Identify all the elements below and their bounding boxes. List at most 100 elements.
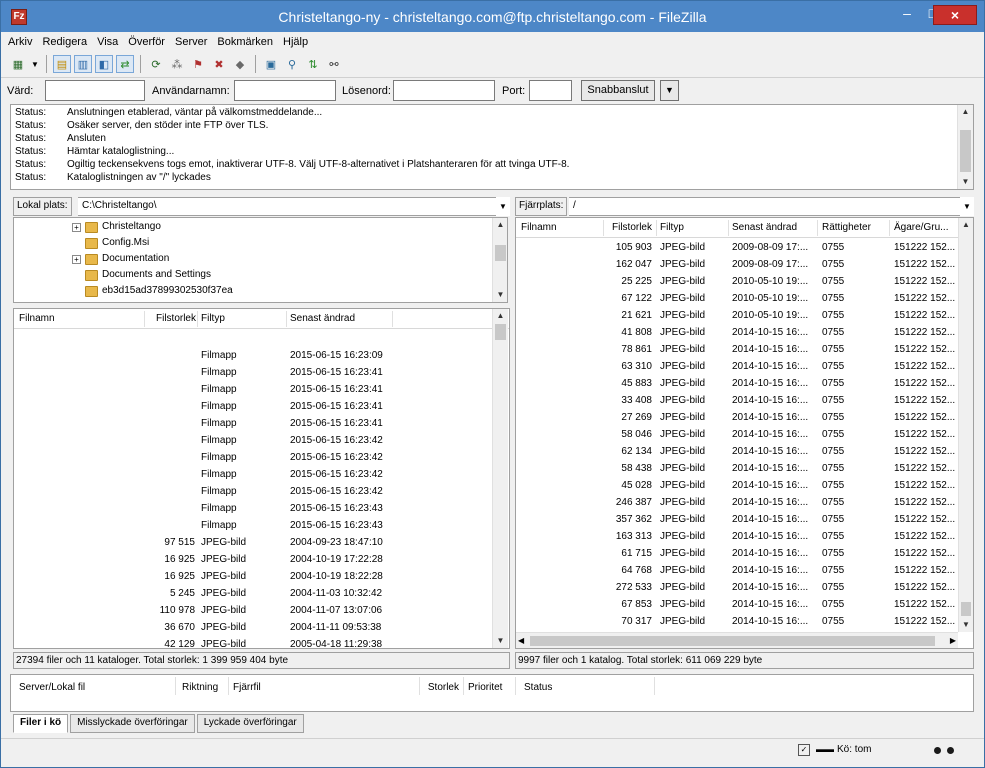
- tree-item[interactable]: Config.Msi: [72, 235, 149, 251]
- remote-col-filetype[interactable]: Filtyp: [660, 222, 684, 233]
- toggle-local-tree-icon[interactable]: ▥: [74, 55, 92, 73]
- local-path-input[interactable]: C:\Christeltango\: [78, 197, 510, 216]
- local-col-filename[interactable]: Filnamn: [19, 313, 55, 324]
- tree-item[interactable]: + Documentation: [72, 251, 169, 267]
- tab-queued-files[interactable]: Filer i kö: [13, 714, 69, 733]
- local-file-row[interactable]: extrasida-filerFilmapp2015-06-15 16:23:4…: [14, 415, 509, 432]
- local-list-scrollbar[interactable]: ▲ ▼: [492, 309, 508, 648]
- local-file-row[interactable]: Ch+Lkra-Lars.jpg5 245JPEG-bild2004-11-03…: [14, 585, 509, 602]
- port-input[interactable]: [529, 80, 572, 101]
- remote-file-row[interactable]: H-maj-1...25 225JPEG-bild2010-05-10 19:.…: [516, 273, 957, 290]
- local-file-row[interactable]: Celine som bab...42 129JPEG-bild2005-04-…: [14, 636, 509, 648]
- remote-file-row[interactable]: H-maj-1...21 621JPEG-bild2010-05-10 19:.…: [516, 307, 957, 324]
- remote-col-permissions[interactable]: Rättigheter: [822, 222, 871, 233]
- remote-file-row[interactable]: H14.JPG27 269JPEG-bild2014-10-15 16:...0…: [516, 409, 957, 426]
- remote-file-row[interactable]: H5.JPG67 853JPEG-bild2014-10-15 16:...07…: [516, 596, 957, 613]
- local-file-row[interactable]: chi001.jpg16 925JPEG-bild2004-10-19 17:2…: [14, 551, 509, 568]
- minimize-button[interactable]: –: [894, 3, 920, 25]
- local-file-row[interactable]: ChristeltangoFilmapp2015-06-15 16:23:41: [14, 364, 509, 381]
- remote-file-row[interactable]: H12.JPG45 883JPEG-bild2014-10-15 16:...0…: [516, 375, 957, 392]
- remote-file-row[interactable]: H16.JPG62 134JPEG-bild2014-10-15 16:...0…: [516, 443, 957, 460]
- remote-file-row[interactable]: H18.JPG45 028JPEG-bild2014-10-15 16:...0…: [516, 477, 957, 494]
- local-file-row[interactable]: pa_gang-filerFilmapp2015-06-15 16:23:43: [14, 500, 509, 517]
- remote-file-row[interactable]: H1.JPG41 808JPEG-bild2014-10-15 16:...07…: [516, 324, 957, 341]
- toggle-queue-icon[interactable]: ⇄: [116, 55, 134, 73]
- remote-file-row[interactable]: H-C-7.jpg105 903JPEG-bild2009-08-09 17:.…: [516, 239, 957, 256]
- search-remote-files-icon[interactable]: ⚯: [325, 55, 343, 73]
- tab-failed-transfers[interactable]: Misslyckade överföringar: [70, 714, 195, 733]
- remote-file-row[interactable]: H3.JPG64 768JPEG-bild2014-10-15 16:...07…: [516, 562, 957, 579]
- local-col-filetype[interactable]: Filtyp: [201, 313, 225, 324]
- local-col-filesize[interactable]: Filstorlek: [148, 313, 196, 324]
- tree-item[interactable]: + Christeltango: [72, 219, 161, 235]
- local-file-row[interactable]: dagbok-filerFilmapp2015-06-15 16:23:41: [14, 381, 509, 398]
- tab-successful-transfers[interactable]: Lyckade överföringar: [196, 714, 304, 733]
- local-path-dropdown-icon[interactable]: ▼: [496, 197, 510, 216]
- local-file-row[interactable]: Hundar-3.jpg16 925JPEG-bild2004-10-19 18…: [14, 568, 509, 585]
- local-file-row[interactable]: Ch+Julian2.jpg110 978JPEG-bild2004-11-07…: [14, 602, 509, 619]
- remote-file-row[interactable]: H13.JPG33 408JPEG-bild2014-10-15 16:...0…: [516, 392, 957, 409]
- remote-file-row[interactable]: H19.JPG246 387JPEG-bild2014-10-15 16:...…: [516, 494, 957, 511]
- log-scrollbar[interactable]: ▲ ▼: [957, 105, 973, 189]
- local-file-row[interactable]: espanol-filerFilmapp2015-06-15 16:23:41: [14, 398, 509, 415]
- host-input[interactable]: [45, 80, 145, 101]
- menu-visa[interactable]: Visa: [92, 36, 123, 51]
- local-file-row[interactable]: startsida-filerFilmapp2015-06-15 16:23:4…: [14, 517, 509, 534]
- menu-hjalp[interactable]: Hjälp: [278, 36, 313, 51]
- menu-arkiv[interactable]: Arkiv: [3, 36, 37, 51]
- remote-file-row[interactable]: H4.JPG272 533JPEG-bild2014-10-15 16:...0…: [516, 579, 957, 596]
- local-file-row[interactable]: omminadjur-filerFilmapp2015-06-15 16:23:…: [14, 483, 509, 500]
- remote-path-dropdown-icon[interactable]: ▼: [960, 197, 974, 216]
- tree-item[interactable]: eb3d15ad37899302530f37ea: [72, 283, 233, 299]
- menu-redigera[interactable]: Redigera: [37, 36, 92, 51]
- local-col-modified[interactable]: Senast ändrad: [290, 313, 355, 324]
- toggle-remote-tree-icon[interactable]: ◧: [95, 55, 113, 73]
- local-file-row[interactable]: kurser-filerFilmapp2015-06-15 16:23:42: [14, 449, 509, 466]
- queue-col-status[interactable]: Status: [524, 682, 552, 693]
- local-file-row[interactable]: nyborjare-filerFilmapp2015-06-15 16:23:4…: [14, 466, 509, 483]
- local-file-row[interactable]: Bilder-JörgenFilmapp2015-06-15 16:23:09: [14, 347, 509, 364]
- synchronized-browsing-icon[interactable]: ⇅: [304, 55, 322, 73]
- remote-file-row[interactable]: H6.JPG70 317JPEG-bild2014-10-15 16:...07…: [516, 613, 957, 630]
- password-input[interactable]: [393, 80, 495, 101]
- reconnect-icon[interactable]: ◆: [231, 55, 249, 73]
- local-file-row[interactable]: ..: [14, 330, 509, 347]
- expand-icon[interactable]: +: [72, 222, 81, 232]
- remote-list-hscrollbar[interactable]: ◀ ▶: [516, 632, 958, 648]
- menu-bokmarken[interactable]: Bokmärken: [212, 36, 278, 51]
- quickconnect-dropdown-button[interactable]: ▼: [660, 80, 679, 101]
- local-file-row[interactable]: pappa18.jpg36 670JPEG-bild2004-11-11 09:…: [14, 619, 509, 636]
- local-file-row[interactable]: Marcela+Victor.j...97 515JPEG-bild2004-0…: [14, 534, 509, 551]
- remote-file-row[interactable]: H10.JPG78 861JPEG-bild2014-10-15 16:...0…: [516, 341, 957, 358]
- toggle-message-log-icon[interactable]: ▤: [53, 55, 71, 73]
- expand-icon[interactable]: +: [72, 254, 81, 264]
- remote-col-modified[interactable]: Senast ändrad: [732, 222, 797, 233]
- local-tree-scrollbar[interactable]: ▲ ▼: [492, 218, 507, 302]
- close-button[interactable]: ×: [933, 5, 977, 25]
- queue-col-remote-file[interactable]: Fjärrfil: [233, 682, 261, 693]
- menu-server[interactable]: Server: [170, 36, 212, 51]
- process-queue-icon[interactable]: ⁂: [168, 55, 186, 73]
- remote-file-row[interactable]: H15.JPG58 046JPEG-bild2014-10-15 16:...0…: [516, 426, 957, 443]
- queue-col-server-local[interactable]: Server/Lokal fil: [19, 682, 85, 693]
- directory-compare-icon[interactable]: ⚲: [283, 55, 301, 73]
- remote-path-input[interactable]: /: [569, 197, 974, 216]
- site-manager-icon[interactable]: ▦: [9, 55, 27, 73]
- remote-file-row[interactable]: H17.JPG58 438JPEG-bild2014-10-15 16:...0…: [516, 460, 957, 477]
- disconnect-icon[interactable]: ✖: [210, 55, 228, 73]
- remote-file-row[interactable]: H20.JPG163 313JPEG-bild2014-10-15 16:...…: [516, 528, 957, 545]
- remote-file-row[interactable]: H21.JPG61 715JPEG-bild2014-10-15 16:...0…: [516, 545, 957, 562]
- remote-file-row[interactable]: H-maj-1...67 122JPEG-bild2010-05-10 19:.…: [516, 290, 957, 307]
- queue-col-size[interactable]: Storlek: [423, 682, 459, 693]
- local-file-row[interactable]: indexsida-filerFilmapp2015-06-15 16:23:4…: [14, 432, 509, 449]
- remote-col-filesize[interactable]: Filstorlek: [606, 222, 652, 233]
- remote-file-row[interactable]: H11.JPG63 310JPEG-bild2014-10-15 16:...0…: [516, 358, 957, 375]
- queue-col-priority[interactable]: Prioritet: [468, 682, 502, 693]
- tree-item[interactable]: Documents and Settings: [72, 267, 211, 283]
- refresh-icon[interactable]: ⟳: [147, 55, 165, 73]
- directory-filter-icon[interactable]: ▣: [262, 55, 280, 73]
- remote-file-row[interactable]: H-C-8.jpg162 047JPEG-bild2009-08-09 17:.…: [516, 256, 957, 273]
- remote-col-owner[interactable]: Ägare/Gru...: [894, 222, 948, 233]
- site-manager-dropdown-icon[interactable]: ▼: [30, 55, 40, 73]
- menu-overfor[interactable]: Överför: [123, 36, 170, 51]
